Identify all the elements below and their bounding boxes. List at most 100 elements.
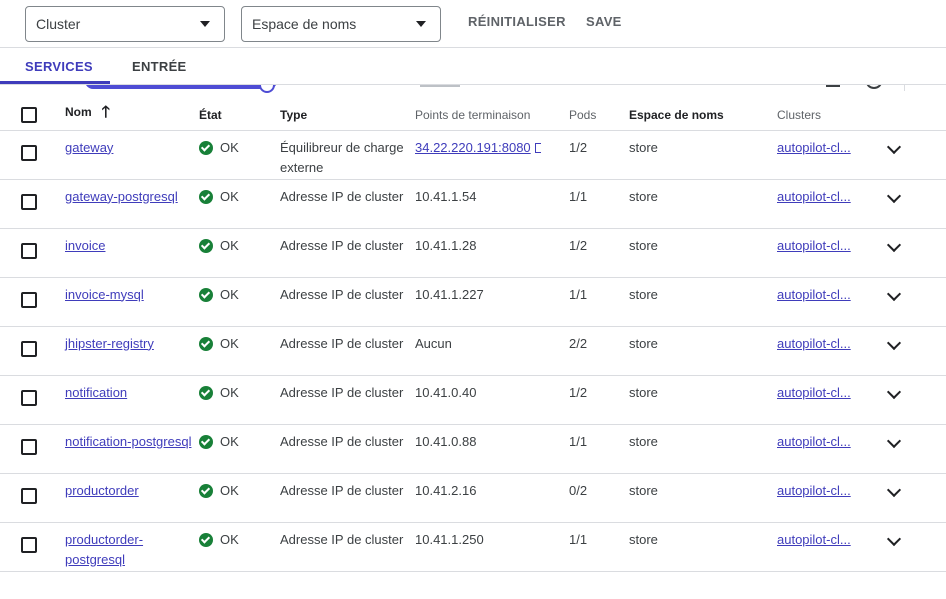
- row-checkbox[interactable]: [21, 291, 37, 308]
- namespace-select[interactable]: Espace de noms: [241, 6, 441, 42]
- type-cell: Adresse IP de cluster: [280, 531, 404, 547]
- density-icon[interactable]: [826, 85, 840, 87]
- cluster-select[interactable]: Cluster: [25, 6, 225, 42]
- type-cell: Adresse IP de cluster: [280, 188, 404, 204]
- chevron-down-icon[interactable]: [886, 237, 902, 252]
- service-name-link[interactable]: gateway-postgresql: [65, 189, 178, 204]
- chevron-down-icon[interactable]: [886, 384, 902, 399]
- cluster-link[interactable]: autopilot-cl...: [777, 287, 851, 302]
- pods-cell: 0/2: [569, 482, 588, 498]
- chevron-down-icon[interactable]: [886, 433, 902, 448]
- endpoint-link[interactable]: 34.22.220.191:8080: [415, 140, 531, 155]
- row-checkbox[interactable]: [21, 487, 37, 504]
- table-row: invoice-mysql OK Adresse IP de cluster 10.4…: [0, 277, 946, 326]
- pods-cell: 1/1: [569, 531, 588, 547]
- cluster-select-label: Cluster: [36, 16, 81, 32]
- status-cell: OK: [199, 334, 280, 354]
- tab-bar: SERVICES ENTRÉE: [0, 48, 946, 85]
- filter-chip[interactable]: [85, 85, 277, 89]
- table-row: jhipster-registry OK Adresse IP de cluster…: [0, 326, 946, 375]
- status-text: OK: [220, 433, 239, 449]
- check-circle-icon: [199, 140, 213, 155]
- status-cell: OK: [199, 383, 280, 403]
- service-name-link[interactable]: gateway: [65, 140, 113, 155]
- namespace-cell: store: [629, 433, 658, 449]
- status-cell: OK: [199, 432, 280, 452]
- chevron-down-icon[interactable]: [886, 335, 902, 350]
- header-type[interactable]: Type: [280, 100, 415, 131]
- filter-input-partial[interactable]: [420, 85, 460, 87]
- cluster-link[interactable]: autopilot-cl...: [777, 238, 851, 253]
- cluster-link[interactable]: autopilot-cl...: [777, 385, 851, 400]
- sort-arrow-up-icon[interactable]: 🡑: [102, 101, 110, 128]
- help-icon[interactable]: [866, 85, 882, 89]
- header-status[interactable]: État: [199, 100, 280, 131]
- row-checkbox[interactable]: [21, 193, 37, 210]
- chevron-down-icon[interactable]: [886, 139, 902, 154]
- cluster-link[interactable]: autopilot-cl...: [777, 434, 851, 449]
- table-header-row: Nom 🡑 État Type Points de terminaison Pod…: [0, 100, 946, 131]
- header-namespace[interactable]: Espace de noms: [629, 100, 777, 131]
- check-circle-icon: [199, 483, 213, 498]
- filter-bar-partial: [0, 85, 946, 101]
- endpoint-cell: 10.41.0.88: [415, 433, 477, 449]
- namespace-cell: store: [629, 139, 658, 155]
- row-checkbox[interactable]: [21, 438, 37, 455]
- service-name-link[interactable]: invoice-mysql: [65, 287, 144, 302]
- status-text: OK: [220, 482, 239, 498]
- service-name-link[interactable]: invoice: [65, 238, 105, 253]
- tab-services[interactable]: SERVICES: [25, 59, 93, 74]
- select-all-checkbox[interactable]: [21, 106, 37, 123]
- namespace-cell: store: [629, 286, 658, 302]
- row-checkbox[interactable]: [21, 144, 37, 161]
- table-row: gateway OK Équilibreur de charge externe 34…: [0, 130, 946, 179]
- cluster-link[interactable]: autopilot-cl...: [777, 532, 851, 547]
- service-name-link[interactable]: notification: [65, 385, 127, 400]
- save-button[interactable]: SAVE: [586, 14, 622, 29]
- type-cell: Adresse IP de cluster: [280, 237, 404, 253]
- pods-cell: 1/2: [569, 384, 588, 400]
- check-circle-icon: [199, 532, 213, 547]
- header-pods[interactable]: Pods: [569, 100, 629, 131]
- tab-ingress[interactable]: ENTRÉE: [132, 59, 187, 74]
- check-circle-icon: [199, 434, 213, 449]
- row-checkbox[interactable]: [21, 242, 37, 259]
- status-cell: OK: [199, 285, 280, 305]
- service-name-link[interactable]: jhipster-registry: [65, 336, 154, 351]
- chevron-down-icon[interactable]: [886, 482, 902, 497]
- status-text: OK: [220, 384, 239, 400]
- open-in-new-icon[interactable]: [534, 143, 541, 154]
- endpoint-cell: 10.41.1.250: [415, 531, 484, 547]
- chevron-down-icon[interactable]: [886, 531, 902, 546]
- row-checkbox[interactable]: [21, 536, 37, 553]
- status-text: OK: [220, 286, 239, 302]
- status-cell: OK: [199, 138, 280, 158]
- chevron-down-icon[interactable]: [886, 286, 902, 301]
- reset-button[interactable]: RÉINITIALISER: [468, 14, 566, 29]
- header-endpoints[interactable]: Points de terminaison: [415, 100, 569, 131]
- service-name-link[interactable]: notification-postgresql: [65, 434, 191, 449]
- service-name-link[interactable]: productorder: [65, 483, 139, 498]
- cluster-link[interactable]: autopilot-cl...: [777, 189, 851, 204]
- filter-toolbar: Cluster Espace de noms RÉINITIALISER SAV…: [0, 0, 946, 48]
- status-text: OK: [220, 531, 239, 547]
- status-cell: OK: [199, 236, 280, 256]
- service-name-link[interactable]: productorder-postgresql: [65, 532, 143, 567]
- type-cell: Adresse IP de cluster: [280, 433, 404, 449]
- row-checkbox[interactable]: [21, 389, 37, 406]
- cluster-link[interactable]: autopilot-cl...: [777, 483, 851, 498]
- status-text: OK: [220, 237, 239, 253]
- endpoint-cell: 10.41.0.40: [415, 384, 477, 400]
- cluster-link[interactable]: autopilot-cl...: [777, 336, 851, 351]
- header-clusters[interactable]: Clusters: [777, 100, 886, 131]
- header-name[interactable]: Nom 🡑: [65, 100, 199, 131]
- namespace-cell: store: [629, 188, 658, 204]
- pods-cell: 2/2: [569, 335, 588, 351]
- chip-close-icon[interactable]: [259, 85, 275, 93]
- table-row: invoice OK Adresse IP de cluster 10.41.1.28…: [0, 228, 946, 277]
- cluster-link[interactable]: autopilot-cl...: [777, 140, 851, 155]
- row-checkbox[interactable]: [21, 340, 37, 357]
- type-cell: Adresse IP de cluster: [280, 335, 404, 351]
- namespace-select-label: Espace de noms: [252, 16, 357, 32]
- chevron-down-icon[interactable]: [886, 188, 902, 203]
